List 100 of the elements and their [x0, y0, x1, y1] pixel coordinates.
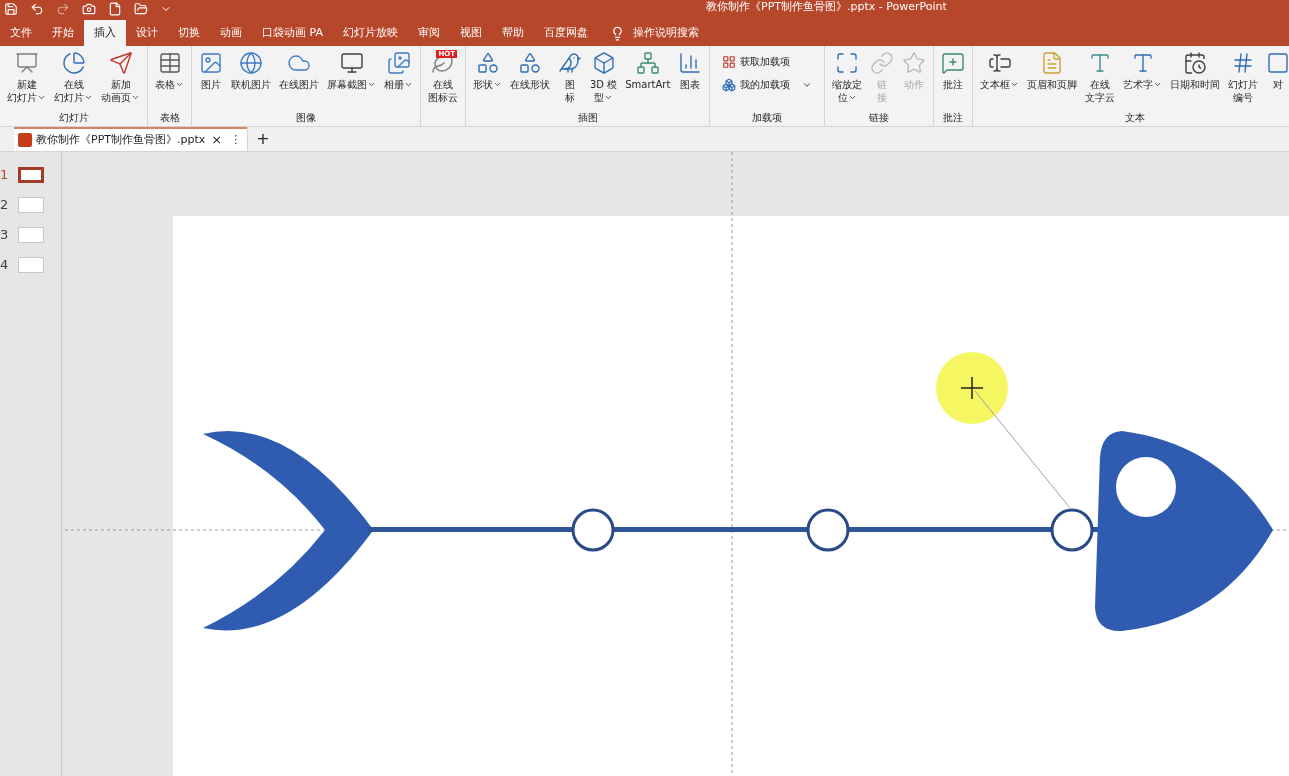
group-label: 插图: [576, 111, 599, 125]
group-label: 文本: [1124, 111, 1147, 125]
ribbon-tab[interactable]: 开始: [42, 20, 84, 46]
ribbon-button[interactable]: 在线 幻灯片: [51, 50, 96, 111]
ribbon-button[interactable]: 页眉和页脚: [1024, 50, 1081, 111]
ribbon-button[interactable]: 获取加载项: [722, 54, 813, 69]
ribbon-icon: [941, 51, 966, 75]
new-file-icon[interactable]: [108, 2, 122, 16]
ribbon-icon: [14, 51, 39, 75]
ribbon-icon: [199, 51, 223, 75]
ribbon-button[interactable]: 在线 文字云: [1082, 50, 1119, 111]
window-title: 教你制作《PPT制作鱼骨图》.pptx - PowerPoint: [706, 0, 947, 14]
ribbon-tab[interactable]: 帮助: [491, 20, 534, 46]
slide-number: 3: [0, 226, 10, 245]
caret-icon: [847, 93, 857, 102]
group-label: 链接: [868, 111, 891, 125]
ribbon-tab[interactable]: 切换: [168, 20, 210, 46]
ribbon-button[interactable]: 对: [1263, 50, 1289, 111]
caret-icon: [604, 93, 614, 102]
crosshair-cursor-icon: [960, 376, 984, 400]
ribbon-tab[interactable]: 文件: [0, 20, 42, 46]
caret-icon: [1153, 80, 1163, 89]
ribbon-button[interactable]: 形状: [470, 50, 505, 111]
ribbon-icon: [722, 77, 737, 92]
powerpoint-file-icon: [18, 133, 32, 147]
ribbon-button[interactable]: 在线形状: [507, 50, 553, 111]
ribbon-icon: [157, 51, 182, 75]
new-tab-button[interactable]: +: [247, 127, 278, 151]
ribbon-tab[interactable]: 视图: [449, 20, 492, 46]
camera-icon[interactable]: [82, 2, 96, 16]
ribbon-icon: [870, 51, 895, 75]
caret-icon: [37, 93, 46, 102]
caret-icon: [131, 93, 140, 102]
group-label: 表格: [158, 111, 181, 125]
ribbon-button[interactable]: 联机图片: [228, 50, 274, 111]
ribbon-button[interactable]: 文本框: [977, 50, 1023, 111]
ribbon-button[interactable]: 我的加载项: [722, 77, 813, 92]
ribbon-button[interactable]: 屏幕截图: [324, 50, 379, 111]
ribbon-icon: [902, 51, 927, 75]
ribbon-button[interactable]: SmartArt: [622, 50, 674, 111]
ribbon-icon: [518, 51, 542, 75]
ribbon-button[interactable]: 新建 幻灯片: [4, 50, 49, 111]
ribbon-tab[interactable]: 口袋动画 PA: [252, 20, 333, 46]
ribbon-button[interactable]: 表格: [152, 50, 187, 111]
caret-icon: [404, 80, 413, 89]
slide-number: 4: [0, 256, 10, 275]
ribbon-icon: [339, 51, 364, 75]
ribbon-icon: [722, 54, 737, 69]
ribbon-tab[interactable]: 百度网盘: [533, 20, 598, 46]
document-tab[interactable]: 教你制作《PPT制作鱼骨图》.pptx × ⋮: [14, 127, 248, 151]
ribbon-button[interactable]: 图片: [196, 50, 226, 111]
joint-circle: [806, 508, 850, 552]
ribbon-button[interactable]: 缩放定 位: [829, 50, 866, 111]
undo-icon[interactable]: [30, 2, 44, 16]
cursor-highlight: [936, 352, 1008, 424]
ribbon-button[interactable]: 3D 模 型: [587, 50, 621, 111]
group-label: 图像: [295, 111, 317, 125]
slide-number: 2: [0, 196, 10, 215]
ribbon-icon: [835, 51, 860, 75]
caret-icon: [367, 80, 376, 89]
joint-circle: [1050, 508, 1094, 552]
ribbon-button[interactable]: 图 标: [555, 50, 585, 111]
ribbon-button[interactable]: 幻灯片 编号: [1225, 50, 1262, 111]
joint-circle: [571, 508, 615, 552]
ribbon-button[interactable]: 在线图片: [276, 50, 322, 111]
document-title: 教你制作《PPT制作鱼骨图》.pptx: [36, 131, 206, 148]
slide-number: 1: [0, 166, 10, 185]
ribbon-icon: [108, 51, 133, 75]
ribbon-button[interactable]: 图表: [675, 50, 706, 111]
ribbon-icon: [635, 51, 660, 75]
tell-me-search[interactable]: 操作说明搜索: [632, 24, 699, 42]
ribbon-icon: [558, 51, 582, 75]
caret-icon: [84, 93, 93, 102]
save-icon[interactable]: [4, 2, 18, 16]
caret-icon: [493, 80, 502, 89]
ribbon-icon: [591, 51, 616, 75]
group-label: 批注: [942, 111, 965, 125]
ribbon-icon: [1183, 51, 1208, 75]
ribbon-button[interactable]: 日期和时间: [1167, 50, 1224, 111]
ribbon-icon: [386, 51, 411, 75]
ribbon-icon: [239, 51, 263, 75]
ribbon-tab[interactable]: 设计: [126, 20, 168, 46]
ribbon-button[interactable]: 新加 动画页: [98, 50, 143, 111]
ribbon-tab[interactable]: 插入: [84, 20, 126, 46]
slide-thumbnail[interactable]: [18, 167, 44, 183]
ribbon-tab[interactable]: 动画: [210, 20, 252, 46]
ribbon-tab[interactable]: 审阅: [407, 20, 450, 46]
ribbon-tab[interactable]: 幻灯片放映: [332, 20, 408, 46]
ribbon-button[interactable]: 相册: [381, 50, 416, 111]
folder-icon[interactable]: [134, 2, 148, 16]
tab-menu-button[interactable]: ⋮: [228, 131, 244, 149]
ribbon-icon: [987, 51, 1012, 75]
ribbon-icon: [475, 51, 500, 75]
ribbon-button[interactable]: 艺术字: [1120, 50, 1166, 111]
group-label: 加载项: [751, 111, 784, 125]
ribbon-button[interactable]: 批注: [938, 50, 969, 111]
ribbon-icon: [678, 51, 703, 75]
close-tab-button[interactable]: ×: [209, 130, 225, 150]
caret-icon: [175, 80, 184, 89]
group-label: 幻灯片: [57, 111, 90, 125]
